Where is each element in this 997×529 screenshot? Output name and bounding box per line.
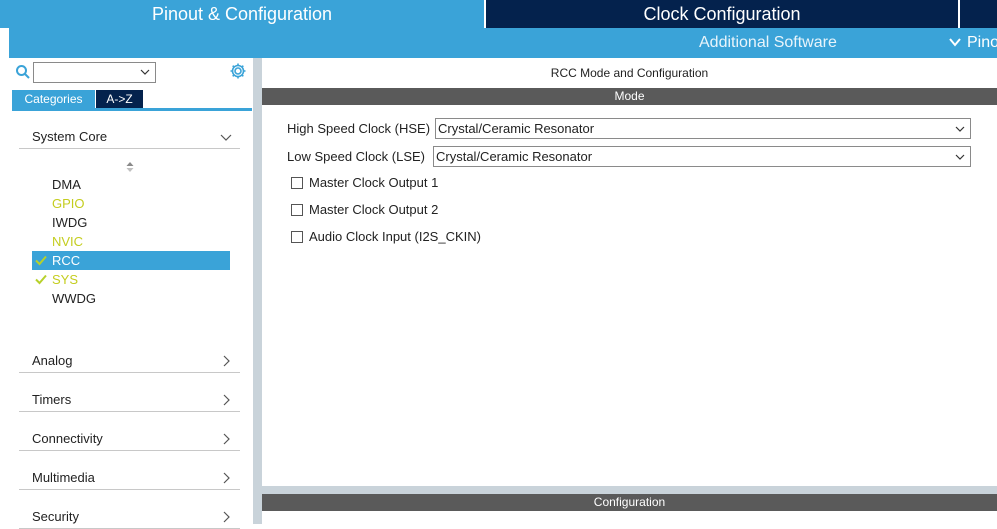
section-connectivity[interactable]: Connectivity [19, 423, 240, 451]
checkmark-icon [35, 255, 47, 266]
chevron-right-icon [223, 394, 230, 406]
section-label: System Core [32, 129, 108, 144]
section-label: Analog [32, 353, 73, 368]
audio-clock-checkbox[interactable] [291, 231, 303, 243]
top-tab-bar: Pinout & Configuration Clock Configurati… [0, 0, 997, 28]
tab-overflow[interactable] [960, 0, 997, 28]
section-timers[interactable]: Timers [19, 384, 240, 412]
hse-value: Crystal/Ceramic Resonator [438, 121, 595, 136]
gear-icon[interactable] [229, 62, 247, 80]
sort-icon[interactable] [125, 160, 135, 174]
hse-label: High Speed Clock (HSE) [287, 121, 431, 136]
lse-value: Crystal/Ceramic Resonator [436, 149, 593, 164]
audio-clock-label: Audio Clock Input (I2S_CKIN) [309, 229, 481, 244]
mode-header: Mode [262, 88, 997, 105]
section-analog[interactable]: Analog [19, 345, 240, 373]
mco2-checkbox[interactable] [291, 204, 303, 216]
chevron-down-icon [140, 69, 150, 75]
lse-label: Low Speed Clock (LSE) [287, 149, 426, 164]
pinout-view-menu[interactable]: Pino [949, 28, 997, 58]
peripheral-item-nvic[interactable]: NVIC [32, 232, 230, 251]
rcc-mode-panel: RCC Mode and Configuration Mode High Spe… [262, 58, 997, 524]
section-multimedia[interactable]: Multimedia [19, 462, 240, 490]
peripheral-item-iwdg[interactable]: IWDG [32, 213, 230, 232]
peripheral-label: GPIO [52, 196, 85, 211]
peripheral-label: RCC [52, 253, 81, 268]
peripheral-item-gpio[interactable]: GPIO [32, 194, 230, 213]
categories-panel: Categories A->Z System Core DMA GPIO IWD… [9, 58, 253, 529]
lse-select[interactable]: Crystal/Ceramic Resonator [433, 146, 971, 167]
search-icon[interactable] [15, 64, 31, 80]
peripheral-item-dma[interactable]: DMA [32, 175, 230, 194]
tab-a-to-z[interactable]: A->Z [96, 90, 143, 108]
sub-menu-bar: Additional Software Pino [9, 28, 997, 58]
hse-select[interactable]: Crystal/Ceramic Resonator [435, 118, 971, 139]
section-system-core[interactable]: System Core [19, 121, 240, 149]
chevron-down-icon [949, 28, 961, 58]
section-label: Security [32, 509, 79, 524]
peripheral-label: DMA [52, 177, 81, 192]
configuration-header: Configuration [262, 494, 997, 511]
chevron-right-icon [223, 472, 230, 484]
mco1-label: Master Clock Output 1 [309, 175, 439, 190]
additional-software-menu[interactable]: Additional Software [699, 28, 837, 58]
tab-pinout-configuration[interactable]: Pinout & Configuration [0, 0, 484, 28]
chevron-down-icon [220, 134, 232, 141]
panel-title: RCC Mode and Configuration [550, 66, 709, 80]
chevron-down-icon [955, 126, 965, 132]
category-tab-strip: Categories A->Z [12, 90, 252, 111]
peripheral-item-sys[interactable]: SYS [32, 270, 230, 289]
pinout-view-label: Pino [967, 34, 997, 51]
chevron-right-icon [223, 355, 230, 367]
peripheral-list: DMA GPIO IWDG NVIC RCC SYS WWDG [32, 175, 230, 308]
configuration-body [262, 511, 997, 524]
peripheral-label: NVIC [52, 234, 84, 249]
chevron-right-icon [223, 511, 230, 523]
section-label: Multimedia [32, 470, 95, 485]
section-label: Timers [32, 392, 72, 407]
peripheral-label: IWDG [52, 215, 88, 230]
checkmark-icon [35, 274, 47, 285]
section-splitter[interactable] [262, 486, 997, 494]
chevron-right-icon [223, 433, 230, 445]
window-edge [0, 28, 9, 524]
section-security[interactable]: Security [19, 501, 240, 529]
search-input[interactable] [33, 62, 156, 83]
mco1-checkbox[interactable] [291, 177, 303, 189]
section-label: Connectivity [32, 431, 103, 446]
chevron-down-icon [955, 154, 965, 160]
peripheral-label: WWDG [52, 291, 97, 306]
tab-categories[interactable]: Categories [12, 90, 95, 108]
panel-splitter[interactable] [253, 58, 262, 524]
tab-clock-configuration[interactable]: Clock Configuration [486, 0, 958, 28]
peripheral-item-rcc[interactable]: RCC [32, 251, 230, 270]
peripheral-item-wwdg[interactable]: WWDG [32, 289, 230, 308]
peripheral-label: SYS [52, 272, 79, 287]
mco2-label: Master Clock Output 2 [309, 202, 439, 217]
